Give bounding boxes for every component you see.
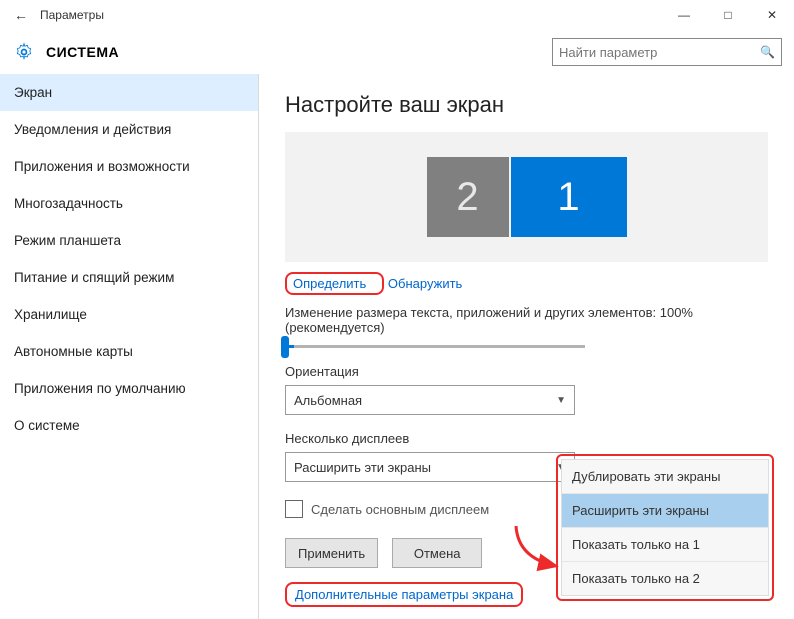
dropdown-option[interactable]: Показать только на 2 bbox=[562, 561, 768, 595]
sidebar-item[interactable]: Уведомления и действия bbox=[0, 111, 258, 148]
apply-button[interactable]: Применить bbox=[285, 538, 378, 568]
dropdown-option[interactable]: Показать только на 1 bbox=[562, 527, 768, 561]
highlight-identify: Определить bbox=[285, 272, 384, 295]
dropdown-option[interactable]: Дублировать эти экраны bbox=[562, 460, 768, 493]
sidebar: ЭкранУведомления и действияПриложения и … bbox=[0, 74, 258, 619]
sidebar-item[interactable]: Приложения и возможности bbox=[0, 148, 258, 185]
make-primary-label: Сделать основным дисплеем bbox=[311, 502, 489, 517]
gear-icon bbox=[12, 40, 36, 64]
display-1[interactable]: 1 bbox=[511, 157, 627, 237]
maximize-button[interactable]: □ bbox=[706, 0, 750, 30]
sidebar-item[interactable]: Автономные карты bbox=[0, 333, 258, 370]
search-box[interactable]: 🔍 bbox=[552, 38, 782, 66]
sidebar-item[interactable]: Питание и спящий режим bbox=[0, 259, 258, 296]
display-arrangement[interactable]: 2 1 bbox=[285, 132, 768, 262]
close-button[interactable]: ✕ bbox=[750, 0, 794, 30]
highlight-advanced: Дополнительные параметры экрана bbox=[285, 582, 523, 607]
detect-link[interactable]: Обнаружить bbox=[388, 276, 462, 291]
sidebar-item[interactable]: Хранилище bbox=[0, 296, 258, 333]
highlight-popup: Дублировать эти экраныРасширить эти экра… bbox=[556, 454, 774, 601]
slider-thumb[interactable] bbox=[281, 336, 289, 358]
page-title: Настройте ваш экран bbox=[285, 92, 768, 118]
window-title: Параметры bbox=[34, 8, 662, 22]
orientation-value: Альбомная bbox=[294, 393, 362, 408]
titlebar: ← Параметры — □ ✕ bbox=[0, 0, 794, 30]
multidisplay-value: Расширить эти экраны bbox=[294, 460, 431, 475]
minimize-button[interactable]: — bbox=[662, 0, 706, 30]
scale-slider[interactable] bbox=[285, 345, 585, 348]
make-primary-checkbox[interactable] bbox=[285, 500, 303, 518]
multidisplay-label: Несколько дисплеев bbox=[285, 431, 768, 446]
orientation-label: Ориентация bbox=[285, 364, 768, 379]
section-title: СИСТЕМА bbox=[46, 44, 119, 60]
sidebar-item[interactable]: О системе bbox=[0, 407, 258, 444]
cancel-button[interactable]: Отмена bbox=[392, 538, 482, 568]
search-input[interactable] bbox=[559, 45, 760, 60]
main-pane: Настройте ваш экран 2 1 Определить Обнар… bbox=[259, 74, 794, 619]
sidebar-item[interactable]: Экран bbox=[0, 74, 258, 111]
sidebar-item[interactable]: Многозадачность bbox=[0, 185, 258, 222]
search-icon: 🔍 bbox=[760, 45, 775, 59]
chevron-down-icon: ▼ bbox=[556, 395, 566, 406]
sidebar-item[interactable]: Режим планшета bbox=[0, 222, 258, 259]
back-button[interactable]: ← bbox=[8, 7, 34, 23]
multidisplay-select[interactable]: Расширить эти экраны ▼ bbox=[285, 452, 575, 482]
sidebar-item[interactable]: Приложения по умолчанию bbox=[0, 370, 258, 407]
identify-link[interactable]: Определить bbox=[293, 276, 366, 291]
dropdown-option[interactable]: Расширить эти экраны bbox=[562, 493, 768, 527]
scale-label: Изменение размера текста, приложений и д… bbox=[285, 305, 768, 335]
display-2[interactable]: 2 bbox=[427, 157, 509, 237]
header: СИСТЕМА 🔍 bbox=[0, 30, 794, 74]
multidisplay-dropdown: Дублировать эти экраныРасширить эти экра… bbox=[561, 459, 769, 596]
orientation-select[interactable]: Альбомная ▼ bbox=[285, 385, 575, 415]
advanced-display-link[interactable]: Дополнительные параметры экрана bbox=[295, 587, 513, 602]
